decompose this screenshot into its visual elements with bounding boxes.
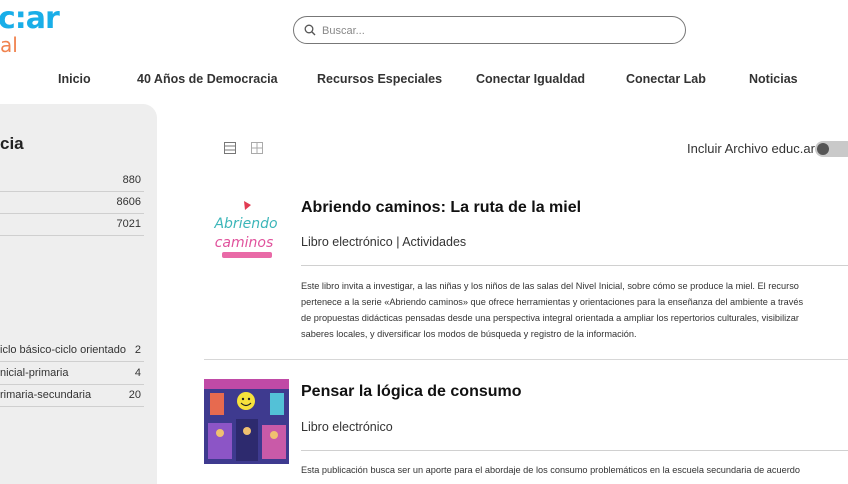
result-thumbnail-consumo[interactable] [204,379,289,464]
filter-option-count: 2 [134,344,141,356]
include-archive-toggle[interactable] [815,141,848,157]
result-description: Este libro invita a investigar, a las ni… [301,278,848,342]
nav-conectar-igualdad[interactable]: Conectar Igualdad [476,72,585,86]
search-icon[interactable] [304,24,316,36]
result-description-line: de propuestas didácticas pensadas desde … [301,313,799,323]
result-description: Esta publicación busca ser un aporte par… [301,462,848,478]
nav-conectar-lab[interactable]: Conectar Lab [626,72,706,86]
filter-option-count: 8606 [116,196,141,208]
result-separator [301,265,848,266]
list-view-icon[interactable] [224,142,236,154]
filter-option[interactable]: 880 [0,169,144,192]
site-logo[interactable]: c:ar al [0,0,60,57]
filter-option-primaria-secundaria[interactable]: rimaria-secundaria 20 [0,384,144,407]
filter-option-count: 4 [134,367,141,379]
logo-subtext: al [0,33,18,57]
sidebar-filter-title: cia [0,134,24,153]
filter-option[interactable]: 7021 [0,213,144,236]
consumo-cover-icon [204,379,289,464]
result-title[interactable]: Abriendo caminos: La ruta de la miel [301,199,581,217]
nav-inicio[interactable]: Inicio [58,72,91,86]
result-type: Libro electrónico | Actividades [301,235,467,249]
search-box [293,16,686,44]
filter-option-label: iclo básico-ciclo orientado [0,344,126,356]
filter-option-label: nicial-primaria [0,367,69,379]
result-description-line: pertenece a la serie «Abriendo caminos» … [301,297,804,307]
result-description-line: saberes locales, y diversificar los modo… [301,329,637,339]
result-type: Libro electrónico [301,420,393,434]
filter-option[interactable]: 8606 [0,191,144,214]
result-separator [301,450,848,451]
filter-sidebar [0,104,157,484]
include-archive-label: Incluir Archivo educ.ar [687,141,815,156]
filter-option-count: 20 [128,389,141,401]
result-description-line: Esta publicación busca ser un aporte par… [301,465,800,475]
toggle-knob [817,143,829,155]
logo-wordmark: c:ar [0,1,60,36]
result-title[interactable]: Pensar la lógica de consumo [301,383,522,401]
filter-option-count: 880 [122,174,141,186]
svg-text:Abriendo: Abriendo [213,216,277,232]
grid-view-icon[interactable] [251,142,263,154]
nav-noticias[interactable]: Noticias [749,72,798,86]
filter-option-inicial-primaria[interactable]: nicial-primaria 4 [0,362,144,385]
svg-text:caminos: caminos [215,235,274,251]
result-divider [204,359,848,360]
result-description-line: Este libro invita a investigar, a las ni… [301,281,799,291]
filter-option-label: rimaria-secundaria [0,389,92,401]
nav-recursos-especiales[interactable]: Recursos Especiales [317,72,442,86]
abriendo-caminos-cover-icon: Abriendo caminos [204,189,289,274]
search-input[interactable] [320,20,674,42]
result-thumbnail-abriendo-caminos[interactable]: Abriendo caminos [204,189,289,274]
filter-option-count: 7021 [116,218,141,230]
filter-option-ciclo-basico-orientado[interactable]: iclo básico-ciclo orientado 2 [0,339,144,362]
nav-40-anos-democracia[interactable]: 40 Años de Democracia [137,72,278,86]
main-nav: Inicio 40 Años de Democracia Recursos Es… [0,72,848,90]
